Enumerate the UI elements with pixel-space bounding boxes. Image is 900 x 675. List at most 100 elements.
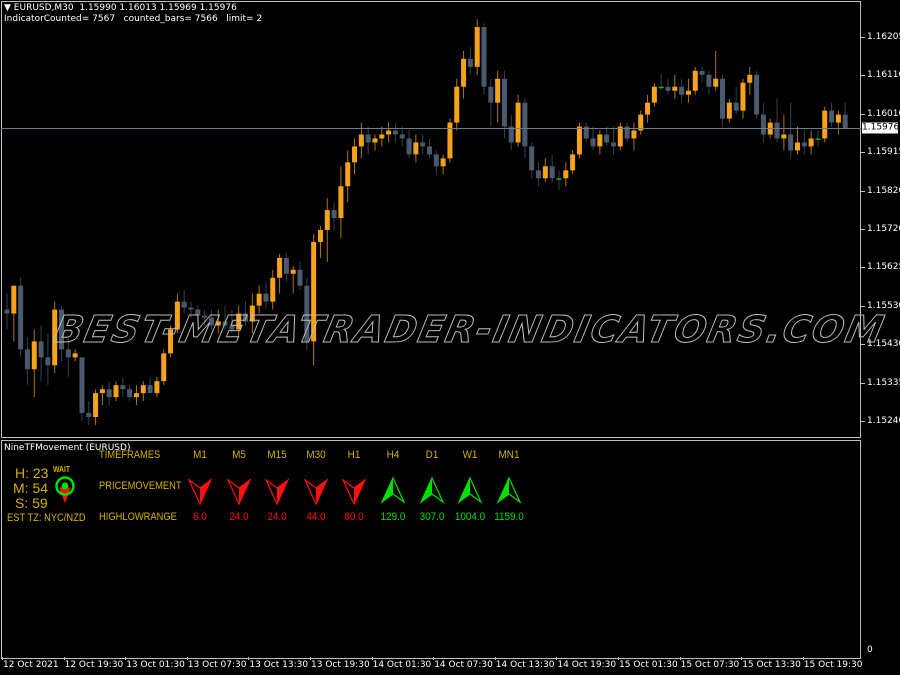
indicator-counter-line: IndicatorCounted= 7567 counted_bars= 756… <box>4 14 263 24</box>
bearish-candle <box>658 74 664 91</box>
candle-body <box>127 389 133 398</box>
bullish-candle <box>597 130 603 155</box>
candle-body <box>522 102 528 147</box>
bearish-candle <box>624 122 630 143</box>
price-label: 1.16010 <box>867 108 900 119</box>
candle-body <box>610 142 616 147</box>
clock-seconds: S: 59 <box>15 495 48 511</box>
price-tick <box>861 382 865 384</box>
bearish-candle <box>481 23 487 95</box>
price-tick <box>861 190 865 192</box>
bullish-candle <box>672 74 678 99</box>
candle-body <box>72 353 78 358</box>
bearish-candle <box>583 122 589 143</box>
bullish-candle <box>651 82 657 107</box>
bearish-candle <box>842 102 848 129</box>
candle-body <box>467 58 473 67</box>
time-label: 12 Oct 2021 <box>3 660 59 670</box>
candle-body <box>597 134 603 147</box>
candle-body <box>699 70 705 75</box>
arrow-up-icon <box>457 476 483 504</box>
candle-body <box>720 78 726 119</box>
candle-body <box>760 114 766 135</box>
bullish-candle <box>11 285 17 342</box>
candle-body <box>154 381 160 394</box>
status-wait-label: WAIT <box>53 465 70 474</box>
candle-body <box>86 413 92 418</box>
candle-body <box>781 134 787 139</box>
candle-body <box>822 110 828 139</box>
bullish-candle <box>570 150 576 175</box>
bullish-candle <box>474 19 480 75</box>
candle-body <box>842 114 848 129</box>
arrow-down-icon <box>226 478 252 506</box>
range-value-m1: 6.0 <box>193 511 207 523</box>
candle-body <box>24 349 30 370</box>
timeframe-mn1: MN1 <box>498 449 520 461</box>
bearish-candle <box>45 333 51 386</box>
bullish-candle <box>447 118 453 163</box>
candle-body <box>713 78 719 87</box>
bullish-candle <box>515 94 521 147</box>
current-price-label: 1.15976 <box>862 122 900 134</box>
bearish-candle <box>427 138 432 159</box>
arrow-up-icon <box>380 476 406 504</box>
bearish-candle <box>801 130 807 155</box>
range-value-m5: 24.0 <box>228 511 249 523</box>
bearish-candle <box>590 126 596 151</box>
candle-body <box>263 293 269 302</box>
bullish-candle <box>161 349 167 386</box>
bullish-candle <box>277 253 283 294</box>
candle-body <box>658 86 664 89</box>
candle-body <box>563 170 569 179</box>
bullish-candle <box>542 158 548 183</box>
price-label: 1.15915 <box>867 147 900 158</box>
candle-body <box>706 74 712 87</box>
arrow-up-icon <box>419 476 445 504</box>
bullish-candle <box>133 385 139 406</box>
price-tick <box>861 344 865 346</box>
bullish-candle <box>747 66 753 95</box>
bullish-candle <box>713 50 719 91</box>
time-label: 13 Oct 07:30 <box>187 660 247 670</box>
range-value-h1: 80.0 <box>344 511 365 523</box>
bearish-candle <box>120 377 126 398</box>
candle-body <box>406 138 412 155</box>
bearish-candle <box>556 170 562 191</box>
bearish-candle <box>127 385 133 402</box>
indicator-subwindow[interactable] <box>1 440 861 659</box>
candle-body <box>794 142 800 151</box>
candle-body <box>399 134 405 139</box>
time-label: 13 Oct 01:30 <box>126 660 185 670</box>
candle-body <box>788 134 794 151</box>
price-tick <box>861 305 865 307</box>
candle-body <box>45 357 51 366</box>
candle-body <box>147 385 153 394</box>
time-label: 15 Oct 19:30 <box>803 660 863 670</box>
bearish-candle <box>106 381 112 406</box>
candle-body <box>815 138 821 140</box>
bullish-candle <box>692 66 698 95</box>
arrow-down-icon <box>341 478 367 506</box>
candle-body <box>665 86 671 91</box>
price-label: 1.15240 <box>867 416 900 426</box>
bullish-candle <box>352 138 358 175</box>
candle-body <box>420 142 426 147</box>
candle-body <box>331 210 337 219</box>
timezone-label: EST TZ: NYC/NZD <box>7 512 86 524</box>
bullish-candle <box>638 110 644 135</box>
candle-body <box>372 138 378 143</box>
bullish-candle <box>726 98 732 123</box>
bullish-candle <box>781 114 787 151</box>
candle-body <box>140 385 146 394</box>
bullish-candle <box>685 78 691 103</box>
clock-minutes: M: 54 <box>13 480 49 496</box>
bullish-candle <box>740 78 746 119</box>
bullish-candle <box>835 110 841 135</box>
price-tick <box>861 421 865 422</box>
bearish-candle <box>86 401 92 425</box>
triangle-down-icon[interactable]: ▼ <box>4 3 14 13</box>
range-value-m15: 24.0 <box>267 511 287 523</box>
bearish-candle <box>18 277 24 358</box>
price-tick <box>861 267 865 269</box>
